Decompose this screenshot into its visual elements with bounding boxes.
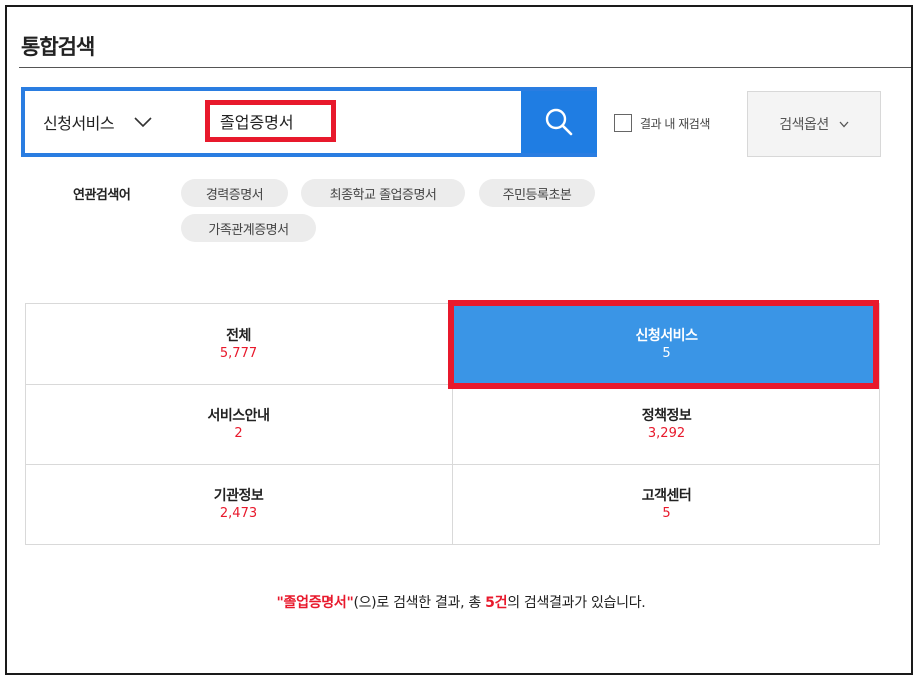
chevron-down-icon (839, 121, 849, 127)
summary-text: (으)로 검색한 결과, 총 (353, 595, 486, 611)
category-tab-customer-center[interactable]: 고객센터 5 (453, 465, 880, 544)
category-count: 5,777 (219, 345, 258, 361)
page-title: 통합검색 (21, 35, 95, 59)
search-bar: 신청서비스 졸업증명서 (21, 87, 597, 157)
category-count: 2 (234, 426, 243, 441)
category-name: 정책정보 (641, 408, 692, 424)
category-name: 서비스안내 (207, 408, 270, 424)
category-count: 2,473 (219, 506, 258, 521)
search-scope-label: 신청서비스 (43, 114, 115, 133)
search-scope-dropdown[interactable]: 신청서비스 (43, 109, 152, 135)
category-tab-agency-info[interactable]: 기관정보 2,473 (25, 465, 452, 544)
search-options-button[interactable]: 검색옵션 (747, 91, 881, 157)
refine-search-checkbox[interactable]: 결과 내 재검색 (614, 114, 710, 132)
chevron-down-icon (134, 117, 152, 128)
summary-text: 의 검색결과가 있습니다. (507, 595, 646, 611)
category-count: 5 (662, 345, 671, 361)
grid-divider (452, 304, 453, 544)
category-tab-service-guide[interactable]: 서비스안내 2 (25, 385, 452, 464)
category-tabs-grid: 전체 5,777 신청서비스 5 서비스안내 2 정책정보 3,292 기관정보… (25, 303, 880, 545)
category-name: 전체 (226, 327, 251, 344)
related-keywords-label: 연관검색어 (73, 188, 131, 203)
category-name: 신청서비스 (635, 327, 698, 344)
refine-search-label: 결과 내 재검색 (640, 116, 710, 131)
category-count: 5 (662, 506, 671, 521)
related-keyword-tag[interactable]: 주민등록초본 (479, 179, 595, 207)
related-keyword-tag[interactable]: 최종학교 졸업증명서 (301, 179, 465, 207)
search-options-label: 검색옵션 (779, 117, 829, 133)
grid-divider (879, 304, 880, 544)
checkbox[interactable] (614, 114, 632, 132)
category-tab-all[interactable]: 전체 5,777 (25, 304, 452, 384)
grid-divider (25, 304, 26, 544)
result-summary: "졸업증명서"(으)로 검색한 결과, 총 5건의 검색결과가 있습니다. (7, 592, 911, 612)
summary-count: 5건 (485, 595, 508, 611)
related-keyword-tag[interactable]: 가족관계증명서 (181, 214, 316, 242)
category-count: 3,292 (647, 426, 686, 441)
integrated-search-panel: 통합검색 신청서비스 졸업증명서 결과 내 재검색 검색옵션 연관검색어 경력증… (5, 5, 913, 675)
search-button[interactable] (521, 91, 597, 153)
category-tab-application-service[interactable]: 신청서비스 5 (453, 304, 880, 384)
related-keyword-tag[interactable]: 경력증명서 (181, 179, 288, 207)
category-name: 고객센터 (641, 488, 692, 504)
summary-query: "졸업증명서" (276, 595, 354, 611)
category-name: 기관정보 (213, 488, 264, 504)
category-tab-policy-info[interactable]: 정책정보 3,292 (453, 385, 880, 464)
title-divider (19, 67, 911, 68)
search-input[interactable]: 졸업증명서 (205, 100, 336, 142)
search-icon (545, 108, 573, 136)
